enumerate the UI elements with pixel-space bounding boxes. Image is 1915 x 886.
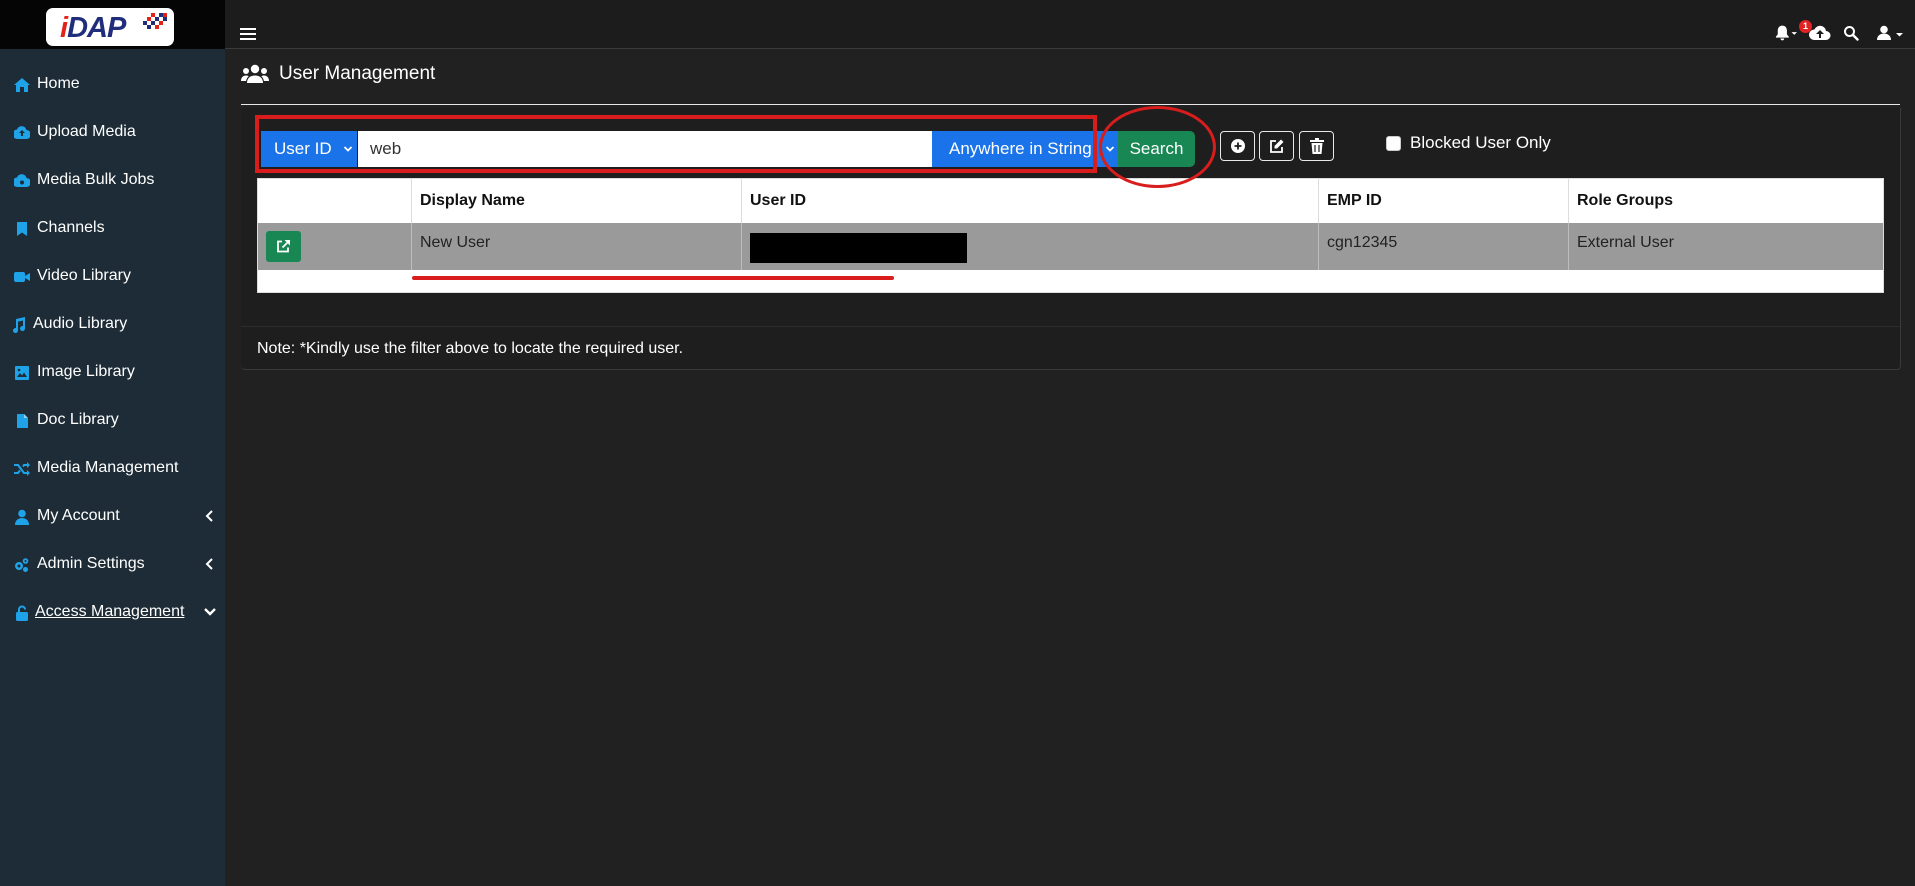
edit-user-button[interactable] (1259, 131, 1294, 161)
table-header-actions (258, 179, 412, 223)
user-menu-icon[interactable] (1877, 23, 1907, 43)
open-user-button[interactable] (266, 231, 301, 262)
table-header-emp-id: EMP ID (1319, 179, 1569, 223)
sidebar-item-label: Audio Library (33, 315, 128, 332)
table-cell-role-groups: External User (1577, 234, 1674, 251)
cloud-upload-icon (14, 126, 30, 140)
logo-text: iDAP (60, 12, 126, 44)
blocked-user-filter[interactable]: Blocked User Only (1386, 133, 1551, 153)
sidebar-item-audio-library[interactable]: Audio Library (0, 304, 225, 344)
trash-icon (1309, 138, 1324, 154)
blocked-user-label: Blocked User Only (1410, 133, 1551, 152)
add-user-button[interactable] (1220, 131, 1255, 161)
logo-checker-icon (143, 13, 167, 29)
table-header-role-groups: Role Groups (1577, 192, 1674, 209)
sidebar-item-label: Media Management (37, 459, 179, 476)
edit-icon (1269, 139, 1283, 153)
table-cell-display-name: New User (412, 223, 742, 270)
redacted-user-id (750, 233, 967, 263)
menu-icon[interactable] (240, 28, 256, 41)
page-header: User Management (241, 59, 435, 89)
delete-user-button[interactable] (1299, 131, 1334, 161)
sidebar-item-label: Admin Settings (37, 555, 145, 572)
annotation-ellipse (1099, 106, 1216, 188)
cogs-icon (15, 558, 29, 572)
cloud-upload-icon[interactable] (1809, 23, 1831, 43)
sidebar-item-media-bulk-jobs[interactable]: Media Bulk Jobs (0, 160, 225, 200)
sidebar-item-video-library[interactable]: Video Library (0, 256, 225, 296)
sidebar-item-media-management[interactable]: Media Management (0, 448, 225, 488)
search-icon[interactable] (1843, 23, 1865, 43)
table-cell-actions (258, 223, 412, 270)
external-link-icon (277, 240, 290, 253)
panel-divider (241, 326, 1900, 327)
table-header-display-name: Display Name (412, 179, 742, 223)
chevron-left-icon (205, 510, 213, 522)
bell-icon[interactable]: 1 (1775, 20, 1812, 43)
video-icon (14, 272, 30, 282)
sidebar-item-label: Home (37, 75, 80, 92)
music-icon (13, 317, 26, 333)
sidebar-item-label: Doc Library (37, 411, 119, 428)
home-icon (14, 78, 30, 92)
sidebar-item-my-account[interactable]: My Account (0, 496, 225, 536)
annotation-rectangle (255, 115, 1097, 173)
sidebar-item-label: Access Management (35, 603, 185, 620)
table-row[interactable]: New User cgn12345 External User (258, 223, 1883, 270)
file-icon (17, 414, 28, 428)
top-icons: 1 (1775, 20, 1907, 44)
sidebar: Home Upload Media Media Bulk Jobs Channe… (0, 49, 225, 886)
sidebar-item-label: Upload Media (37, 123, 136, 140)
sidebar-item-label: My Account (37, 507, 120, 524)
header-divider (241, 104, 1900, 105)
table-cell-user-id (742, 223, 1319, 270)
sidebar-item-upload-media[interactable]: Upload Media (0, 112, 225, 152)
sidebar-item-label: Image Library (37, 363, 135, 380)
sidebar-item-image-library[interactable]: Image Library (0, 352, 225, 392)
plus-circle-icon (1230, 139, 1245, 153)
blocked-user-checkbox[interactable] (1386, 135, 1401, 151)
shuffle-icon (14, 462, 30, 476)
bookmark-icon (17, 222, 27, 236)
sidebar-item-home[interactable]: Home (0, 64, 225, 104)
cloud-icon (14, 174, 30, 188)
table-cell-emp-id: cgn12345 (1319, 223, 1569, 270)
sidebar-item-admin-settings[interactable]: Admin Settings (0, 544, 225, 584)
unlock-icon (16, 605, 28, 621)
top-bar: iDAP 1 (0, 0, 1915, 49)
sidebar-item-doc-library[interactable]: Doc Library (0, 400, 225, 440)
chevron-down-icon (204, 608, 216, 616)
users-icon (241, 64, 269, 83)
sidebar-item-access-management[interactable]: Access Management (0, 592, 225, 632)
sidebar-item-label: Channels (37, 219, 105, 236)
annotation-underline (412, 276, 894, 280)
page-title: User Management (279, 63, 436, 84)
table-header-user-id: User ID (742, 179, 1319, 223)
user-icon (15, 509, 29, 525)
chevron-left-icon (205, 558, 213, 570)
sidebar-item-label: Media Bulk Jobs (37, 171, 155, 188)
image-icon (15, 366, 29, 380)
logo[interactable]: iDAP (46, 8, 174, 46)
sidebar-item-channels[interactable]: Channels (0, 208, 225, 248)
logo-area: iDAP (0, 0, 225, 49)
filter-note: Note: *Kindly use the filter above to lo… (257, 340, 684, 357)
sidebar-item-label: Video Library (37, 267, 131, 284)
